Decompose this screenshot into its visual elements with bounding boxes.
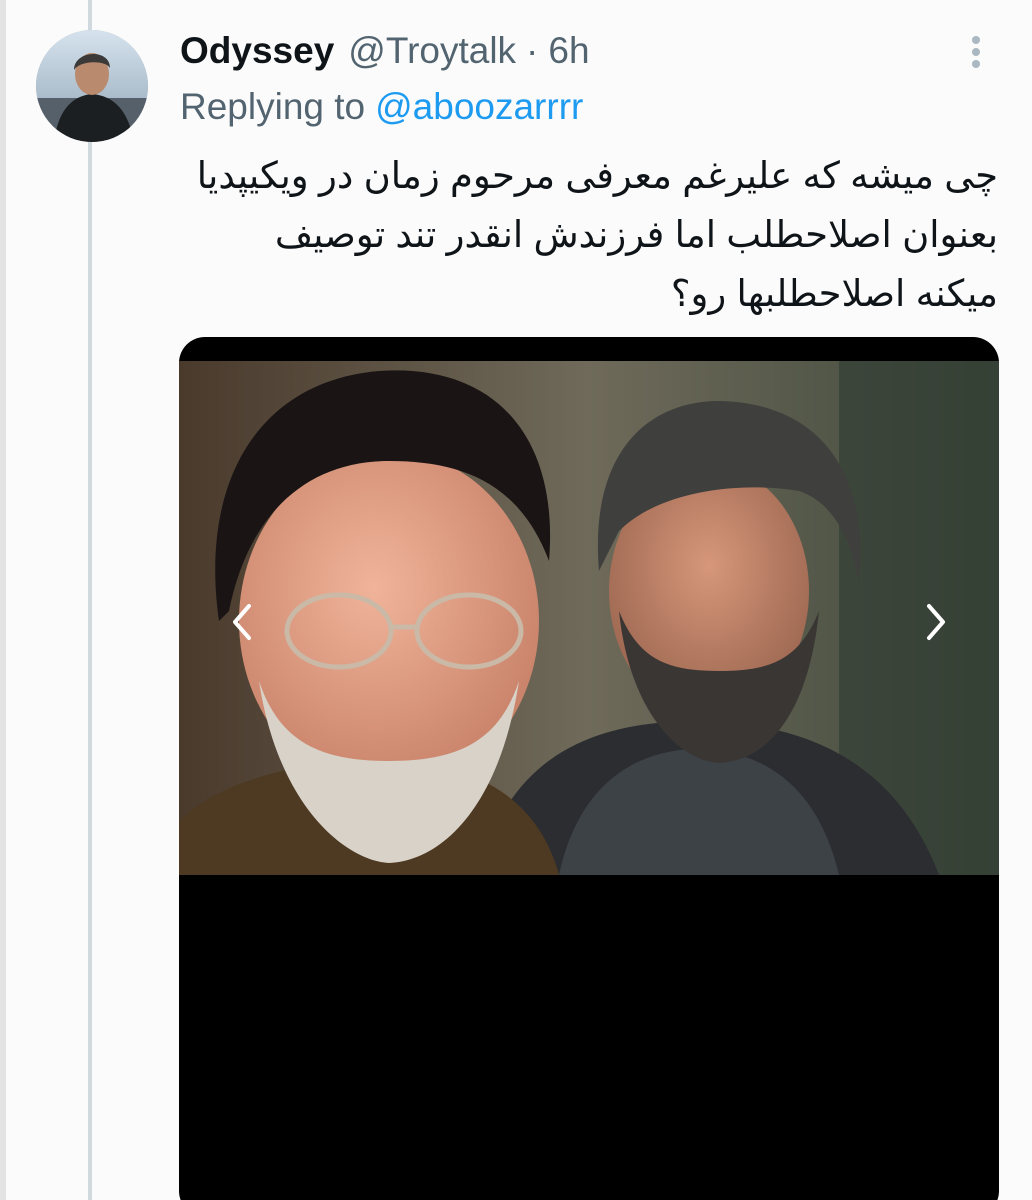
tweet-media[interactable] (179, 337, 999, 1200)
tweet-text: چی میشه که علیرغم معرفی مرحوم زمان در وی… (180, 146, 998, 323)
avatar-photo (36, 30, 148, 142)
more-options-button[interactable] (958, 30, 994, 74)
replying-to-handle-link[interactable]: @aboozarrrr (375, 86, 583, 127)
replying-to: Replying to @aboozarrrr (180, 86, 583, 128)
timestamp[interactable]: 6h (548, 30, 589, 72)
chevron-left-icon (233, 604, 251, 640)
media-photo[interactable] (179, 361, 999, 875)
user-handle[interactable]: @Troytalk (348, 30, 516, 72)
tweet-reply-screen: Odyssey @Troytalk · 6h Replying to @abooz… (0, 0, 1032, 1200)
more-vertical-icon (972, 36, 980, 68)
screen-edge (0, 0, 6, 1200)
tweet-text-line: بعنوان اصلاحطلب اما فرزندش انقدر تند توص… (274, 214, 998, 255)
replying-to-label: Replying to (180, 86, 366, 127)
thread-connector-line (88, 0, 92, 1200)
tweet-text-line: چی میشه که علیرغم معرفی مرحوم زمان در وی… (196, 155, 998, 196)
display-name[interactable]: Odyssey (180, 30, 334, 72)
media-previous-button[interactable] (219, 599, 265, 645)
chevron-right-icon (927, 604, 945, 640)
avatar[interactable] (36, 30, 148, 142)
tweet-text-line: میکنه اصلاحطلبها رو؟ (670, 273, 998, 314)
tweet-header: Odyssey @Troytalk · 6h (180, 26, 590, 76)
separator-dot: · (526, 30, 539, 71)
media-next-button[interactable] (913, 599, 959, 645)
